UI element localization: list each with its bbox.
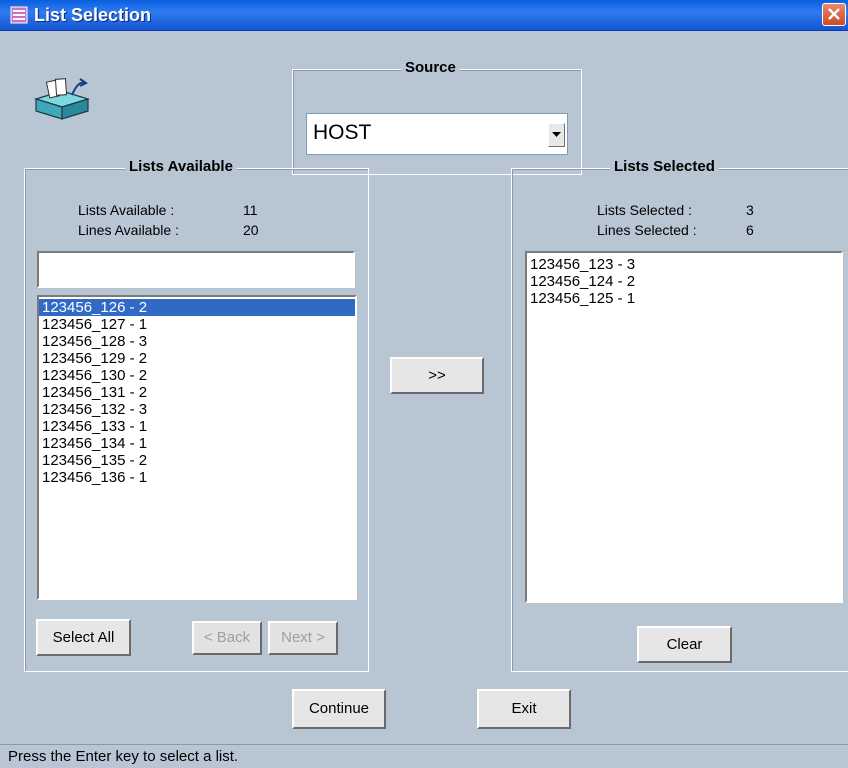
next-button[interactable]: Next >: [268, 621, 338, 655]
window-title: List Selection: [34, 5, 152, 25]
exit-label: Exit: [511, 700, 537, 717]
exit-button[interactable]: Exit: [477, 689, 571, 729]
close-icon: [828, 8, 840, 20]
lists-selected-label: Lists Selected :: [597, 202, 692, 218]
close-button[interactable]: [822, 3, 846, 26]
selected-items: 123456_123 - 3 123456_124 - 2 123456_125 -…: [527, 256, 841, 307]
continue-button[interactable]: Continue: [292, 689, 386, 729]
list-item[interactable]: 123456_130 - 2: [39, 367, 355, 384]
list-item[interactable]: 123456_131 - 2: [39, 384, 355, 401]
title-bar: List Selection: [0, 0, 848, 31]
lists-available-count: 11: [243, 202, 258, 218]
clear-label: Clear: [666, 636, 703, 653]
list-item[interactable]: 123456_123 - 3: [527, 256, 841, 273]
back-label: < Back: [203, 629, 251, 646]
add-to-selected-button[interactable]: >>: [390, 357, 484, 394]
back-button[interactable]: < Back: [192, 621, 262, 655]
list-filter-input[interactable]: [37, 251, 355, 288]
source-value: HOST: [313, 121, 372, 144]
status-bar: Press the Enter key to select a list.: [0, 744, 848, 768]
dropdown-arrow-button[interactable]: [548, 123, 565, 147]
lists-selected-count: 3: [746, 202, 754, 218]
list-item[interactable]: 123456_127 - 1: [39, 316, 355, 333]
source-label: Source: [401, 59, 460, 76]
lists-available-title: Lists Available: [125, 158, 237, 175]
next-label: Next >: [281, 629, 325, 646]
continue-label: Continue: [308, 700, 370, 717]
lines-selected-count: 6: [746, 222, 754, 238]
dialog-body: Source HOST Lists Available Lists Availa…: [0, 31, 848, 744]
status-text: Press the Enter key to select a list.: [8, 748, 239, 765]
list-item[interactable]: 123456_124 - 2: [527, 273, 841, 290]
clear-button[interactable]: Clear: [637, 626, 732, 663]
list-item[interactable]: 123456_133 - 1: [39, 418, 355, 435]
list-item[interactable]: 123456_129 - 2: [39, 350, 355, 367]
list-item[interactable]: 123456_132 - 3: [39, 401, 355, 418]
select-all-label: Select All: [52, 629, 115, 646]
select-all-button[interactable]: Select All: [36, 619, 131, 656]
list-item[interactable]: 123456_134 - 1: [39, 435, 355, 452]
chevron-down-icon: [552, 132, 561, 137]
available-listbox[interactable]: 123456_126 - 2 123456_127 - 1 123456_128 -…: [37, 295, 357, 600]
list-item[interactable]: 123456_128 - 3: [39, 333, 355, 350]
list-transfer-icon: [33, 78, 91, 120]
add-to-selected-label: >>: [428, 367, 446, 384]
lists-available-label: Lists Available :: [78, 202, 175, 218]
lines-available-count: 20: [243, 222, 259, 238]
lines-selected-label: Lines Selected :: [597, 222, 697, 238]
available-items: 123456_126 - 2 123456_127 - 1 123456_128 -…: [39, 299, 355, 486]
list-item[interactable]: 123456_125 - 1: [527, 290, 841, 307]
lists-selected-title: Lists Selected: [610, 158, 719, 175]
list-item[interactable]: 123456_135 - 2: [39, 452, 355, 469]
lines-available-label: Lines Available :: [78, 222, 179, 238]
list-item[interactable]: 123456_136 - 1: [39, 469, 355, 486]
selected-listbox[interactable]: 123456_123 - 3 123456_124 - 2 123456_125 -…: [525, 251, 843, 603]
source-dropdown[interactable]: HOST: [306, 113, 568, 155]
list-window-icon: [10, 6, 28, 24]
list-item[interactable]: 123456_126 - 2: [39, 299, 355, 316]
